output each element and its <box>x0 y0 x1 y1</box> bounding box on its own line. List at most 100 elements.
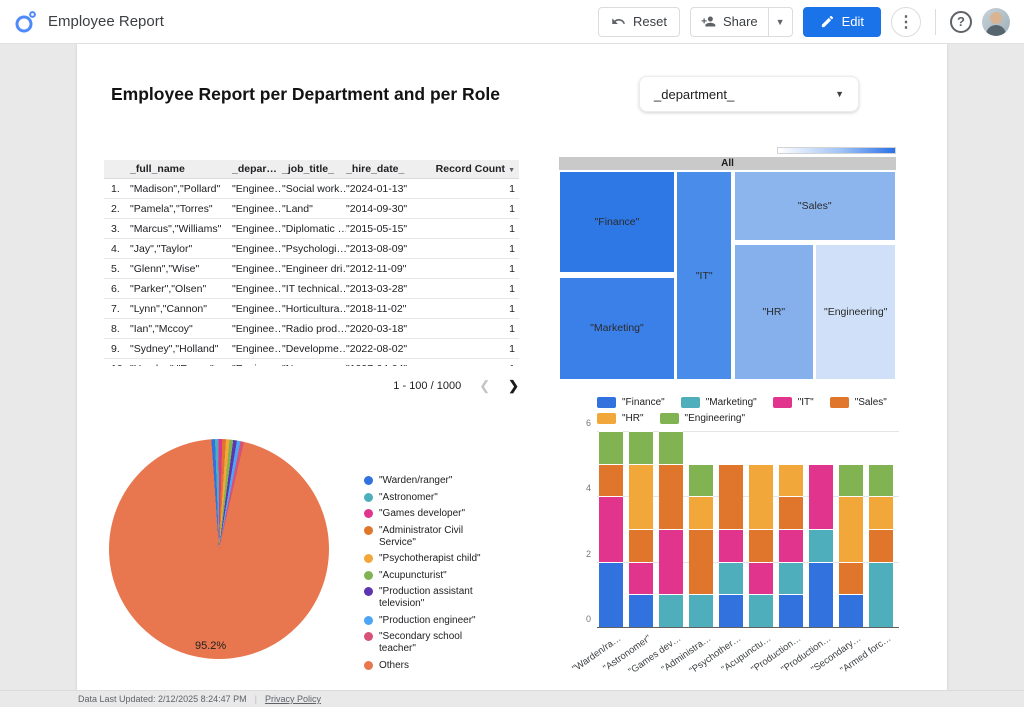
bar-stack[interactable] <box>659 431 683 627</box>
bar-segment[interactable] <box>869 529 893 562</box>
bar-legend-item[interactable]: "IT" <box>773 397 814 408</box>
user-avatar[interactable] <box>982 8 1010 36</box>
bar-segment[interactable] <box>839 496 863 561</box>
pie-legend-item[interactable]: "Warden/ranger" <box>364 475 492 487</box>
pie-legend-item[interactable]: "Production assistant television" <box>364 586 492 610</box>
bar-segment[interactable] <box>779 562 803 595</box>
bar-stack[interactable] <box>749 464 773 627</box>
table-row[interactable]: 4."Jay","Taylor""Enginee…"Psychologi…"20… <box>104 239 519 259</box>
pie-legend-item[interactable]: "Astronomer" <box>364 492 492 504</box>
bar-segment[interactable] <box>629 562 653 595</box>
table-row[interactable]: 1."Madison","Pollard""Enginee…"Social wo… <box>104 179 519 199</box>
pie-legend-item[interactable]: Others <box>364 660 492 672</box>
table-row[interactable]: 2."Pamela","Torres""Enginee…"Land""2014-… <box>104 199 519 219</box>
bar-segment[interactable] <box>629 594 653 627</box>
bar-segment[interactable] <box>689 496 713 529</box>
bar-segment[interactable] <box>749 562 773 595</box>
share-dropdown-caret[interactable]: ▼ <box>768 8 792 36</box>
treemap-cell[interactable]: "Marketing" <box>559 277 675 380</box>
bar-segment[interactable] <box>779 464 803 497</box>
bar-segment[interactable] <box>599 464 623 497</box>
treemap-root-band[interactable]: All <box>559 157 896 170</box>
bar-segment[interactable] <box>689 464 713 497</box>
table-row[interactable]: 3."Marcus","Williams""Enginee…"Diplomati… <box>104 219 519 239</box>
treemap-cell[interactable]: "Finance" <box>559 171 675 273</box>
table-header-hire-date[interactable]: _hire_date_ <box>346 163 432 175</box>
bar-segment[interactable] <box>629 464 653 529</box>
bar-segment[interactable] <box>719 562 743 595</box>
bar-legend-item[interactable]: "Finance" <box>597 397 665 408</box>
bar-segment[interactable] <box>809 464 833 529</box>
bar-legend-item[interactable]: "Engineering" <box>660 413 745 424</box>
bar-segment[interactable] <box>809 529 833 562</box>
pagination-prev-icon[interactable]: ❮ <box>479 378 490 394</box>
table-row[interactable]: 5."Glenn","Wise""Enginee…"Engineer dri…"… <box>104 259 519 279</box>
bar-segment[interactable] <box>749 529 773 562</box>
bar-segment[interactable] <box>809 562 833 627</box>
bar-legend-item[interactable]: "HR" <box>597 413 644 424</box>
bar-stack[interactable] <box>689 464 713 627</box>
treemap-cell[interactable]: "Engineering" <box>815 244 896 380</box>
table-row[interactable]: 8."Ian","Mccoy""Enginee…"Radio prod…"202… <box>104 319 519 339</box>
bar-stack[interactable] <box>599 431 623 627</box>
department-filter-dropdown[interactable]: _department_ ▼ <box>639 76 859 112</box>
help-icon[interactable]: ? <box>950 11 972 33</box>
table-header-record-count[interactable]: Record Count▼ <box>432 163 519 175</box>
table-row[interactable]: 10."Hayden","Reyes""Enginee…"N…"1997-04-… <box>104 359 519 366</box>
bar-segment[interactable] <box>779 529 803 562</box>
pie-legend-item[interactable]: "Secondary school teacher" <box>364 631 492 655</box>
bar-segment[interactable] <box>719 529 743 562</box>
pie-legend-item[interactable]: "Administrator Civil Service" <box>364 525 492 549</box>
bar-segment[interactable] <box>599 562 623 627</box>
bar-segment[interactable] <box>839 594 863 627</box>
bar-segment[interactable] <box>629 529 653 562</box>
bar-segment[interactable] <box>749 464 773 529</box>
bar-segment[interactable] <box>839 464 863 497</box>
pie-chart[interactable] <box>109 439 329 659</box>
bar-segment[interactable] <box>659 431 683 464</box>
share-button[interactable]: Share <box>691 8 768 36</box>
bar-stack[interactable] <box>839 464 863 627</box>
bar-segment[interactable] <box>719 464 743 529</box>
bar-stack[interactable] <box>629 431 653 627</box>
edit-button[interactable]: Edit <box>803 7 881 37</box>
treemap-cell[interactable]: "Sales" <box>734 171 896 241</box>
bar-segment[interactable] <box>599 431 623 464</box>
pagination-next-icon[interactable]: ❯ <box>508 378 519 394</box>
more-options-button[interactable]: ⋮ <box>891 7 921 37</box>
bar-segment[interactable] <box>689 529 713 594</box>
pie-legend-item[interactable]: "Acupuncturist" <box>364 570 492 582</box>
treemap-cell[interactable]: "HR" <box>734 244 815 380</box>
bar-segment[interactable] <box>839 562 863 595</box>
bar-segment[interactable] <box>689 594 713 627</box>
table-row[interactable]: 6."Parker","Olsen""Enginee…"IT technical… <box>104 279 519 299</box>
table-header-department[interactable]: _depar… <box>232 163 282 175</box>
table-header-job-title[interactable]: _job_title_ <box>282 163 346 175</box>
bar-stack[interactable] <box>779 464 803 627</box>
bar-segment[interactable] <box>719 594 743 627</box>
bar-segment[interactable] <box>779 496 803 529</box>
bar-stack[interactable] <box>869 464 893 627</box>
bar-segment[interactable] <box>869 496 893 529</box>
pie-legend-item[interactable]: "Psychotherapist child" <box>364 553 492 565</box>
pie-legend-item[interactable]: "Games developer" <box>364 508 492 520</box>
privacy-policy-link[interactable]: Privacy Policy <box>265 694 321 704</box>
table-header-full-name[interactable]: _full_name <box>130 163 232 175</box>
bar-segment[interactable] <box>749 594 773 627</box>
bar-segment[interactable] <box>869 562 893 627</box>
table-row[interactable]: 7."Lynn","Cannon""Enginee…"Horticultura…… <box>104 299 519 319</box>
bar-segment[interactable] <box>869 464 893 497</box>
bar-legend-item[interactable]: "Sales" <box>830 397 887 408</box>
treemap-cell[interactable]: "IT" <box>676 171 732 380</box>
bar-stack[interactable] <box>719 464 743 627</box>
pie-legend-item[interactable]: "Production engineer" <box>364 615 492 627</box>
bar-segment[interactable] <box>779 594 803 627</box>
bar-segment[interactable] <box>659 529 683 594</box>
bar-stack[interactable] <box>809 464 833 627</box>
bar-segment[interactable] <box>659 594 683 627</box>
table-row[interactable]: 9."Sydney","Holland""Enginee…"Developme…… <box>104 339 519 359</box>
bar-segment[interactable] <box>629 431 653 464</box>
reset-button[interactable]: Reset <box>598 7 680 37</box>
bar-segment[interactable] <box>599 496 623 561</box>
bar-legend-item[interactable]: "Marketing" <box>681 397 757 408</box>
